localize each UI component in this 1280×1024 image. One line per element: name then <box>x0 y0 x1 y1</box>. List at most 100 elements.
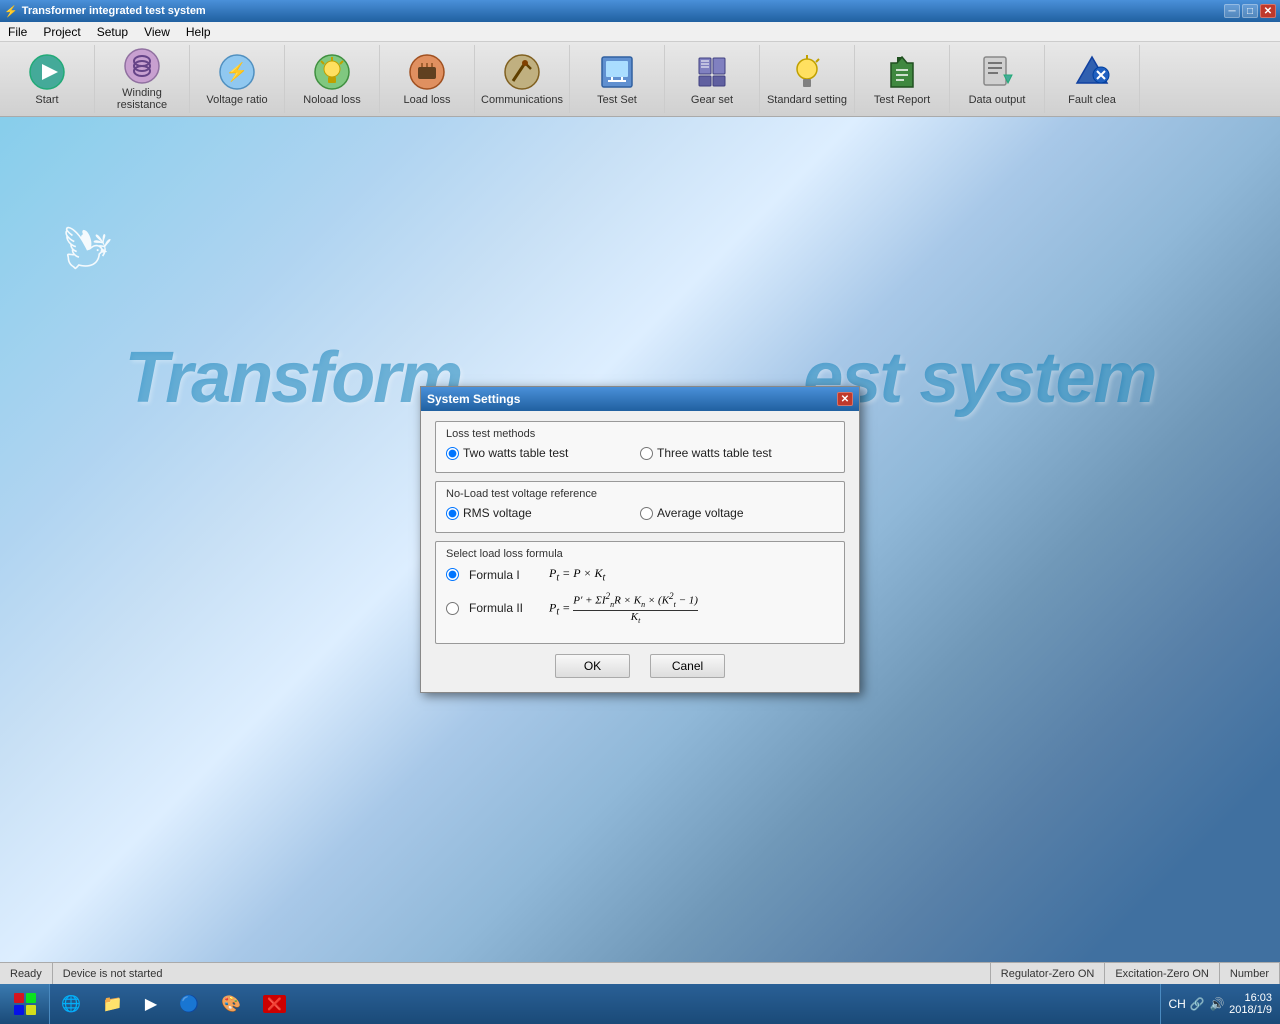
gearset-icon <box>692 52 732 92</box>
formula2-equation: Pt = P′ + ΣI2nR × Kn × (K2t − 1) Kt <box>549 592 698 625</box>
status-regulator: Regulator-Zero ON <box>991 963 1106 984</box>
menu-setup[interactable]: Setup <box>89 23 136 41</box>
avg-voltage-radio[interactable] <box>640 507 653 520</box>
system-settings-dialog: System Settings ✕ Loss test methods Two … <box>420 386 860 692</box>
taskbar-app-paint[interactable]: 🎨 <box>212 986 250 1022</box>
taskbar-app-folder[interactable]: 📁 <box>94 986 132 1022</box>
menu-project[interactable]: Project <box>35 23 88 41</box>
testset-icon <box>597 52 637 92</box>
toolbar-testset[interactable]: Test Set <box>570 45 665 113</box>
noload-ref-options: RMS voltage Average voltage <box>446 506 834 522</box>
blue-icon: 🔵 <box>179 994 199 1014</box>
two-watts-row: Two watts table test <box>446 446 640 460</box>
dataout-label: Data output <box>969 94 1026 106</box>
comm-label: Communications <box>481 94 563 106</box>
avg-voltage-label[interactable]: Average voltage <box>657 506 744 520</box>
clock: 16:03 2018/1/9 <box>1229 992 1272 1016</box>
start-label: Start <box>35 94 58 106</box>
taskbar-app-blue[interactable]: 🔵 <box>170 986 208 1022</box>
three-watts-radio[interactable] <box>640 447 653 460</box>
cancel-button[interactable]: Canel <box>650 654 725 678</box>
toolbar-noload[interactable]: Noload loss <box>285 45 380 113</box>
x-icon: ❌ <box>263 995 286 1013</box>
loadloss-label: Load loss <box>403 94 450 106</box>
voltage-label: Voltage ratio <box>206 94 267 106</box>
comm-icon <box>502 52 542 92</box>
dataout-icon <box>977 52 1017 92</box>
formula2-label[interactable]: Formula II <box>469 601 539 615</box>
loss-test-legend: Loss test methods <box>442 428 834 440</box>
lang-indicator: CH <box>1169 996 1185 1012</box>
menu-view[interactable]: View <box>136 23 178 41</box>
noload-ref-section: No-Load test voltage reference RMS volta… <box>435 481 845 533</box>
formula1-label[interactable]: Formula I <box>469 568 539 582</box>
taskbar-apps: 🌐 📁 ▶ 🔵 🎨 ❌ <box>50 984 1160 1024</box>
app-title: Transformer integrated test system <box>22 5 206 17</box>
toolbar-comm[interactable]: Communications <box>475 45 570 113</box>
rms-voltage-radio[interactable] <box>446 507 459 520</box>
windows-logo-icon <box>13 992 37 1016</box>
loadloss-icon <box>407 52 447 92</box>
noload-icon <box>312 52 352 92</box>
menu-file[interactable]: File <box>0 23 35 41</box>
formula1-row: Formula I Pt = P × Kt <box>446 566 834 583</box>
taskbar-app-media[interactable]: ▶ <box>136 986 166 1022</box>
toolbar-faultcl[interactable]: Fault clea <box>1045 45 1140 113</box>
maximize-button[interactable]: □ <box>1242 4 1258 18</box>
media-icon: ▶ <box>145 994 157 1014</box>
taskbar: 🌐 📁 ▶ 🔵 🎨 ❌ CH 🔗 🔊 16:03 2018/1/9 <box>0 984 1280 1024</box>
formula2-radio[interactable] <box>446 602 459 615</box>
noload-ref-legend: No-Load test voltage reference <box>442 488 834 500</box>
start-icon <box>27 52 67 92</box>
three-watts-row: Three watts table test <box>640 446 834 460</box>
close-button[interactable]: ✕ <box>1260 4 1276 18</box>
voltage-icon: ⚡ <box>217 52 257 92</box>
status-number: Number <box>1220 963 1280 984</box>
dialog-overlay: System Settings ✕ Loss test methods Two … <box>0 117 1280 962</box>
toolbar-dataout[interactable]: Data output <box>950 45 1045 113</box>
status-excitation: Excitation-Zero ON <box>1105 963 1220 984</box>
status-device: Device is not started <box>53 963 991 984</box>
rms-voltage-label[interactable]: RMS voltage <box>463 506 532 520</box>
start-orb[interactable] <box>0 984 50 1024</box>
ie-icon: 🌐 <box>61 994 81 1014</box>
toolbar-loadloss[interactable]: Load loss <box>380 45 475 113</box>
formula1-radio[interactable] <box>446 568 459 581</box>
rms-voltage-row: RMS voltage <box>446 506 640 520</box>
gearset-label: Gear set <box>691 94 733 106</box>
dialog-title-bar: System Settings ✕ <box>421 387 859 411</box>
load-formula-legend: Select load loss formula <box>442 548 834 560</box>
toolbar-start[interactable]: Start <box>0 45 95 113</box>
menu-help[interactable]: Help <box>178 23 219 41</box>
toolbar-winding[interactable]: Winding resistance <box>95 45 190 113</box>
ok-button[interactable]: OK <box>555 654 630 678</box>
minimize-button[interactable]: ─ <box>1224 4 1240 18</box>
formula1-equation: Pt = P × Kt <box>549 566 605 583</box>
two-watts-radio[interactable] <box>446 447 459 460</box>
dialog-buttons: OK Canel <box>435 654 845 678</box>
toolbar-stdset[interactable]: Standard setting <box>760 45 855 113</box>
toolbar: Start Winding resistance ⚡ Voltage ratio <box>0 42 1280 117</box>
loss-test-section: Loss test methods Two watts table test T… <box>435 421 845 473</box>
toolbar-testreport[interactable]: Test Report <box>855 45 950 113</box>
loss-test-options: Two watts table test Three watts table t… <box>446 446 834 462</box>
dialog-close-button[interactable]: ✕ <box>837 392 853 406</box>
toolbar-gearset[interactable]: Gear set <box>665 45 760 113</box>
title-bar-left: ⚡ Transformer integrated test system <box>4 5 206 18</box>
title-bar: ⚡ Transformer integrated test system ─ □… <box>0 0 1280 22</box>
stdset-label: Standard setting <box>767 94 847 106</box>
taskbar-app-x[interactable]: ❌ <box>254 986 295 1022</box>
title-bar-controls: ─ □ ✕ <box>1224 4 1276 18</box>
two-watts-label[interactable]: Two watts table test <box>463 446 568 460</box>
status-ready: Ready <box>0 963 53 984</box>
faultcl-icon <box>1072 52 1112 92</box>
taskbar-right: CH 🔗 🔊 16:03 2018/1/9 <box>1160 984 1280 1024</box>
three-watts-label[interactable]: Three watts table test <box>657 446 772 460</box>
menu-bar: File Project Setup View Help <box>0 22 1280 42</box>
toolbar-voltage[interactable]: ⚡ Voltage ratio <box>190 45 285 113</box>
svg-text:⚡: ⚡ <box>226 61 248 83</box>
network-icon: 🔗 <box>1189 996 1205 1012</box>
dialog-title: System Settings <box>427 392 520 406</box>
taskbar-app-ie[interactable]: 🌐 <box>52 986 90 1022</box>
faultcl-label: Fault clea <box>1068 94 1116 106</box>
